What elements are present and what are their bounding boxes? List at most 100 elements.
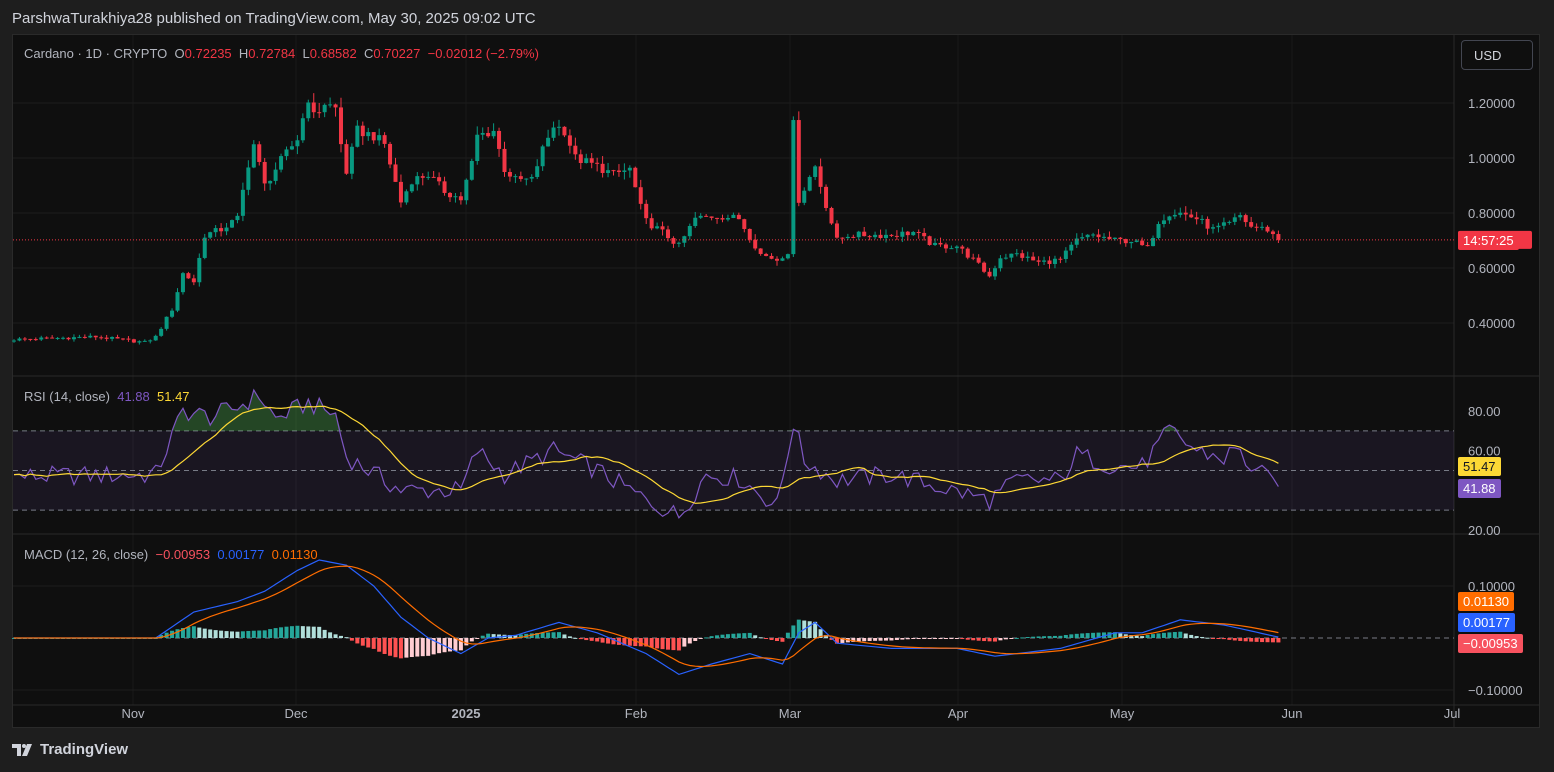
macd-histogram-bar [344,637,349,639]
time-axis-label: Apr [948,706,969,721]
candle-body [818,166,823,187]
candle-body [366,132,371,137]
candle-body [546,137,551,147]
candle-body [965,248,970,258]
price-axis-label: 1.00000 [1468,151,1515,166]
candle-body [753,239,758,249]
candle-body [142,340,147,342]
macd-histogram-bar [546,632,551,638]
macd-histogram-bar [1091,632,1096,638]
candle-body [55,337,60,339]
candle-body [82,336,87,338]
candle-body [328,104,333,106]
candle-body [807,176,812,191]
candle-body [938,242,943,245]
candle-body [311,102,316,113]
candle-body [202,237,207,258]
candle-body [616,170,621,172]
candle-body [884,234,888,239]
candle-body [1014,253,1019,255]
macd-histogram-bar [982,638,987,642]
macd-histogram-bar [333,634,338,638]
candle-body [704,215,709,217]
close-label: C [363,46,374,61]
candle-body [1063,250,1068,259]
macd-hist-value: −0.00953 [155,547,211,562]
candle-body [954,246,959,249]
macd-histogram-bar [464,638,469,646]
macd-histogram-bar [1042,636,1047,638]
candle-body [813,166,818,177]
macd-histogram-bar [1211,638,1215,639]
close-value: 0.70227 [373,46,421,61]
macd-histogram-bar [322,629,327,638]
macd-histogram-bar [257,630,262,638]
candle-body [993,268,997,277]
candle-body [1145,245,1150,247]
chart-canvas[interactable]: 1.20000 1.00000 0.80000 0.60000 0.40000 Nov De… [0,0,1554,772]
macd-histogram-bar [758,637,763,639]
macd-histogram-bar [905,638,910,640]
macd-histogram-bar [480,635,485,638]
open-label: O [174,46,185,61]
macd-histogram-bar [1238,638,1243,641]
candle-body [709,216,714,218]
candle-body [1058,258,1063,260]
macd-histogram-bar [676,638,681,651]
candle-body [1205,218,1210,229]
macd-histogram-bar [584,638,589,641]
candle-body [17,338,22,341]
candle-body [1232,217,1237,222]
macd-histogram-bar [366,638,371,648]
candles [12,93,1281,345]
candle-body [415,176,420,185]
macd-histogram-bar [268,629,273,638]
macd-histogram-bar [785,632,790,638]
time-axis-label: May [1110,706,1135,721]
candle-body [824,186,829,208]
candle-body [110,336,115,339]
candle-body [1134,240,1139,242]
time-axis-label: 2025 [452,706,481,721]
candle-body [137,341,142,343]
candle-body [943,244,948,249]
candle-body [796,120,801,203]
macd-histogram-bar [175,629,180,638]
candle-body [971,257,976,259]
candle-body [175,292,180,311]
candle-body [922,232,927,237]
candle-body [1270,231,1275,235]
macd-histogram-bar [279,627,284,638]
candle-body [230,220,234,228]
time-axis-label: Jun [1282,706,1303,721]
macd-histogram-bar [878,638,883,641]
candle-body [333,104,338,108]
currency-button[interactable]: USD [1461,40,1533,70]
candle-body [725,218,730,220]
macd-histogram-bar [753,635,758,638]
candle-body [371,132,376,141]
time-axis-label: Feb [625,706,647,721]
candle-body [960,246,965,249]
candle-body [676,242,681,244]
candle-body [262,161,267,184]
macd-histogram-bar [1074,633,1079,638]
candle-body [742,219,747,229]
tradingview-logo[interactable]: TradingView [12,741,128,758]
macd-histogram-bar [1085,633,1090,638]
candle-body [246,167,251,190]
candle-body [1254,226,1259,228]
candle-body [104,337,109,339]
macd-signal-tag: 0.01130 [1458,592,1515,611]
candle-body [851,236,856,238]
candle-body [28,338,33,340]
candle-body [22,338,27,340]
macd-histogram-bar [1232,638,1237,641]
candle-body [894,235,899,237]
candle-body [1031,256,1036,261]
candle-body [715,217,720,219]
candle-body [219,228,224,232]
candle-body [480,132,485,135]
macd-histogram-bar [867,638,872,642]
candle-body [497,130,502,149]
